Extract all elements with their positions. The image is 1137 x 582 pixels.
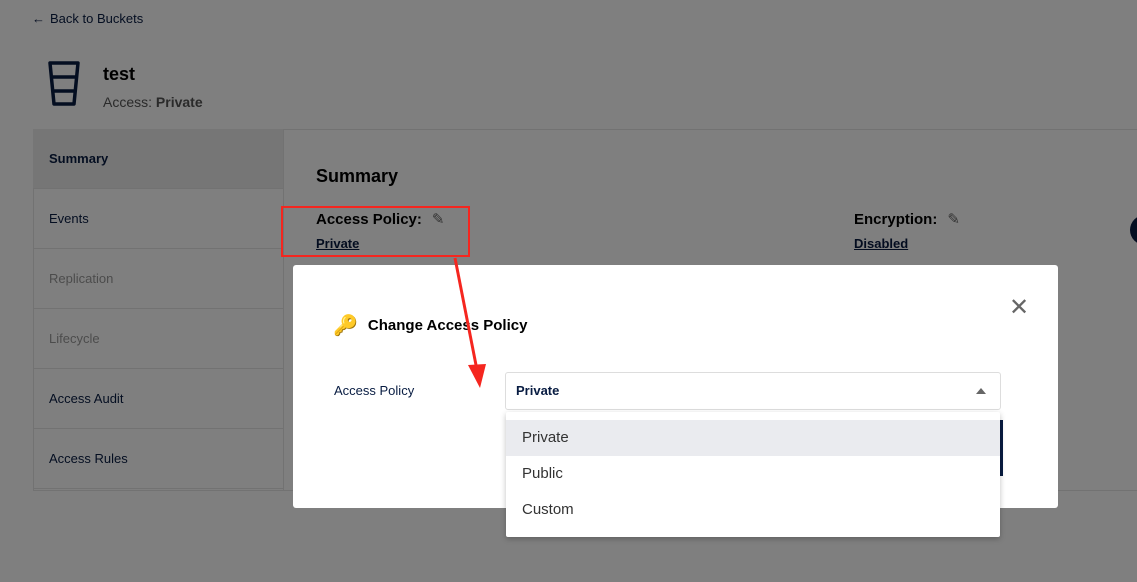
annotation-arrow (453, 257, 486, 388)
